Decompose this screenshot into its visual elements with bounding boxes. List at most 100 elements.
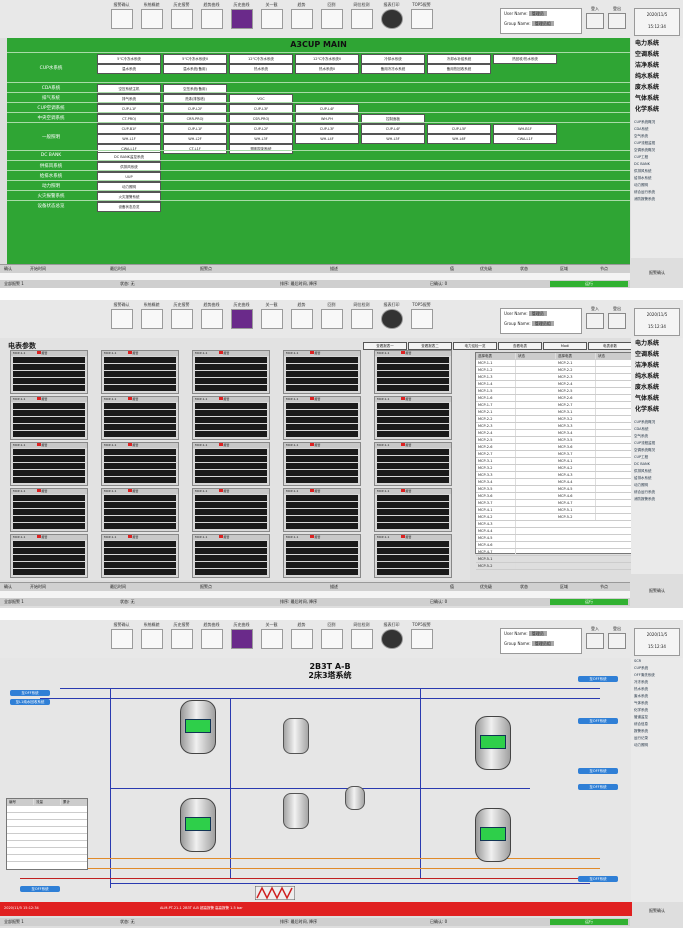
alarm-column-header[interactable]: 确认 (4, 584, 12, 590)
meter-cell[interactable]: MCP-1-1 报警 (192, 488, 270, 532)
menu-button[interactable]: 12℃冷冻水系统 (229, 54, 293, 64)
toolbar-button-back[interactable]: 回到 (318, 2, 345, 36)
meter-cell[interactable]: MCP-1-1 报警 (374, 396, 452, 440)
toolbar-button-trend2[interactable]: 趋势 (288, 622, 315, 656)
flow-label[interactable]: 至OFF系统 (10, 690, 50, 696)
alarm-column-header[interactable]: 值 (450, 266, 454, 272)
alarm-column-header[interactable]: 确认 (4, 266, 12, 272)
sidebar-link[interactable]: 给排水系统 (631, 175, 683, 182)
toolbar-button-alarm-ack[interactable]: 报警确认 (108, 302, 135, 336)
sidebar-link[interactable]: 综合信息 (631, 721, 683, 728)
sidebar-link[interactable]: 空调系统概况 (631, 447, 683, 454)
sidebar-link[interactable]: CDA系统 (631, 426, 683, 433)
sidebar-link[interactable]: CDA系统 (631, 126, 683, 133)
toolbar-button-overview[interactable]: 系统概貌 (138, 622, 165, 656)
tab-button[interactable]: 查看报表一 (363, 342, 407, 350)
alarm-column-header[interactable]: 优先级 (480, 266, 492, 272)
logout-button[interactable]: 登出 (608, 306, 626, 332)
meter-select-row[interactable]: MCP-4-4 (476, 528, 631, 535)
sidebar-link[interactable]: CUP工程 (631, 454, 683, 461)
meter-select-row[interactable]: MCP-3-7 MCP-4-7 (476, 500, 631, 507)
meter-select-row[interactable]: MCP-1-2 MCP-2-2 (476, 367, 631, 374)
menu-button[interactable]: 5℃冷冻水系统II (163, 54, 227, 64)
sidebar-link[interactable]: CUP流程监视 (631, 440, 683, 447)
sidebar-system-item[interactable]: 气体系统 (631, 93, 683, 104)
sidebar-link[interactable]: OFF清洗系统 (631, 672, 683, 679)
meter-select-row[interactable]: MCP-2-2 MCP-3-2 (476, 416, 631, 423)
meter-cell[interactable]: MCP-1-1 报警 (10, 442, 88, 486)
sidebar-link[interactable]: 管道监控 (631, 714, 683, 721)
menu-button[interactable]: 热水系统 (229, 64, 293, 74)
meter-cell[interactable]: MCP-1-1 报警 (374, 442, 452, 486)
flow-label[interactable]: 至OFF系统 (20, 886, 60, 892)
meter-cell[interactable]: MCP-1-1 报警 (283, 442, 361, 486)
sidebar-link[interactable]: 空调系统概况 (631, 147, 683, 154)
toolbar-button-alarm-ack[interactable]: 报警确认 (108, 2, 135, 36)
sidebar-link[interactable]: SCR (631, 658, 683, 665)
toolbar-button-check[interactable]: 网位检测 (348, 622, 375, 656)
menu-button[interactable]: CUP-L5F (427, 124, 491, 134)
meter-cell[interactable]: MCP-1-1 报警 (374, 350, 452, 394)
meter-cell[interactable]: MCP-1-1 报警 (192, 396, 270, 440)
meter-select-row[interactable]: MCP-1-3 MCP-2-3 (476, 374, 631, 381)
alarm-column-header[interactable]: 报警点 (200, 266, 212, 272)
alarm-column-header[interactable]: 状态 (520, 584, 528, 590)
flow-label[interactable]: 至OFF系统 (578, 768, 618, 774)
menu-button[interactable]: 热水系统II (295, 64, 359, 74)
meter-select-row[interactable]: MCP-2-3 MCP-3-3 (476, 423, 631, 430)
meter-select-row[interactable]: MCP-1-4 MCP-2-4 (476, 381, 631, 388)
meter-cell[interactable]: MCP-1-1 报警 (10, 488, 88, 532)
meter-cell[interactable]: MCP-1-1 报警 (283, 350, 361, 394)
flow-label[interactable]: 至OFF系统 (578, 784, 618, 790)
sidebar-system-item[interactable]: 化学系统 (631, 104, 683, 115)
menu-button[interactable]: CUP-L1F (163, 124, 227, 134)
toolbar-button-check[interactable]: 网位检测 (348, 2, 375, 36)
alarm-column-header[interactable]: 报警点 (200, 584, 212, 590)
menu-button[interactable]: WH-L6F (427, 134, 491, 144)
meter-cell[interactable]: MCP-1-1 报警 (101, 534, 179, 578)
meter-select-row[interactable]: MCP-3-3 MCP-4-3 (476, 472, 631, 479)
toolbar-button-top5[interactable]: TOP5报警 (408, 2, 435, 36)
toolbar-button-check[interactable]: 网位检测 (348, 302, 375, 336)
sidebar-link[interactable]: 动力照明 (631, 742, 683, 749)
toolbar-button-history-alarm[interactable]: 历史报警 (168, 622, 195, 656)
tab-button[interactable]: 查看报表二 (408, 342, 452, 350)
menu-button[interactable]: WH-L4F (295, 134, 359, 144)
alarm-column-header[interactable]: 优先级 (480, 584, 492, 590)
toolbar-button-history-trend[interactable]: 历史曲线 (228, 2, 255, 36)
menu-button[interactable]: 温水系统 (97, 64, 161, 74)
sidebar-system-item[interactable]: 纯水系统 (631, 71, 683, 82)
meter-select-row[interactable]: MCP-4-1 MCP-5-1 (476, 507, 631, 514)
sidebar-link[interactable]: CUP系统 (631, 665, 683, 672)
sidebar-link[interactable]: 热水系统 (631, 686, 683, 693)
alarm-column-header[interactable]: 开始时间 (30, 584, 46, 590)
menu-button[interactable]: 冷却水补给系统 (427, 54, 491, 64)
sidebar-link[interactable]: 气体系统 (631, 700, 683, 707)
flow-label[interactable]: 至OFF系统 (578, 876, 618, 882)
sidebar-system-item[interactable]: 空调系统 (631, 49, 683, 60)
toolbar-button-trend2[interactable]: 趋势 (288, 2, 315, 36)
meter-cell[interactable]: MCP-1-1 报警 (101, 350, 179, 394)
sidebar-system-item[interactable]: 废水系统 (631, 382, 683, 393)
toolbar-button-trend[interactable]: 趋势曲线 (198, 622, 225, 656)
alarm-column-header[interactable]: 最后时间 (110, 266, 126, 272)
sidebar-system-item[interactable]: 电力系统 (631, 338, 683, 349)
alarm-column-header[interactable]: 描述 (330, 584, 338, 590)
toolbar-button-trend[interactable]: 趋势曲线 (198, 2, 225, 36)
meter-cell[interactable]: MCP-1-1 报警 (374, 488, 452, 532)
meter-select-row[interactable]: MCP-4-7 (476, 549, 631, 556)
menu-button[interactable]: 备用冷冻水系统 (361, 64, 425, 74)
menu-button[interactable]: WH-L2F (163, 134, 227, 144)
meter-cell[interactable]: MCP-1-1 报警 (283, 534, 361, 578)
sidebar-link[interactable]: CUP系统概况 (631, 119, 683, 126)
meter-cell[interactable]: MCP-1-1 报警 (101, 396, 179, 440)
meter-select-row[interactable]: MCP-1-1 MCP-2-1 (476, 360, 631, 367)
meter-cell[interactable]: MCP-1-1 报警 (283, 396, 361, 440)
meter-select-row[interactable]: MCP-3-4 MCP-4-4 (476, 479, 631, 486)
menu-button[interactable]: CUP-B1F (97, 124, 161, 134)
toolbar-button-history-alarm[interactable]: 历史报警 (168, 302, 195, 336)
meter-select-row[interactable]: MCP-1-5 MCP-2-5 (476, 388, 631, 395)
toolbar-button-screenshot[interactable]: 关一截 (258, 302, 285, 336)
sidebar-link[interactable]: 供排风系统 (631, 168, 683, 175)
toolbar-button-back[interactable]: 回到 (318, 302, 345, 336)
